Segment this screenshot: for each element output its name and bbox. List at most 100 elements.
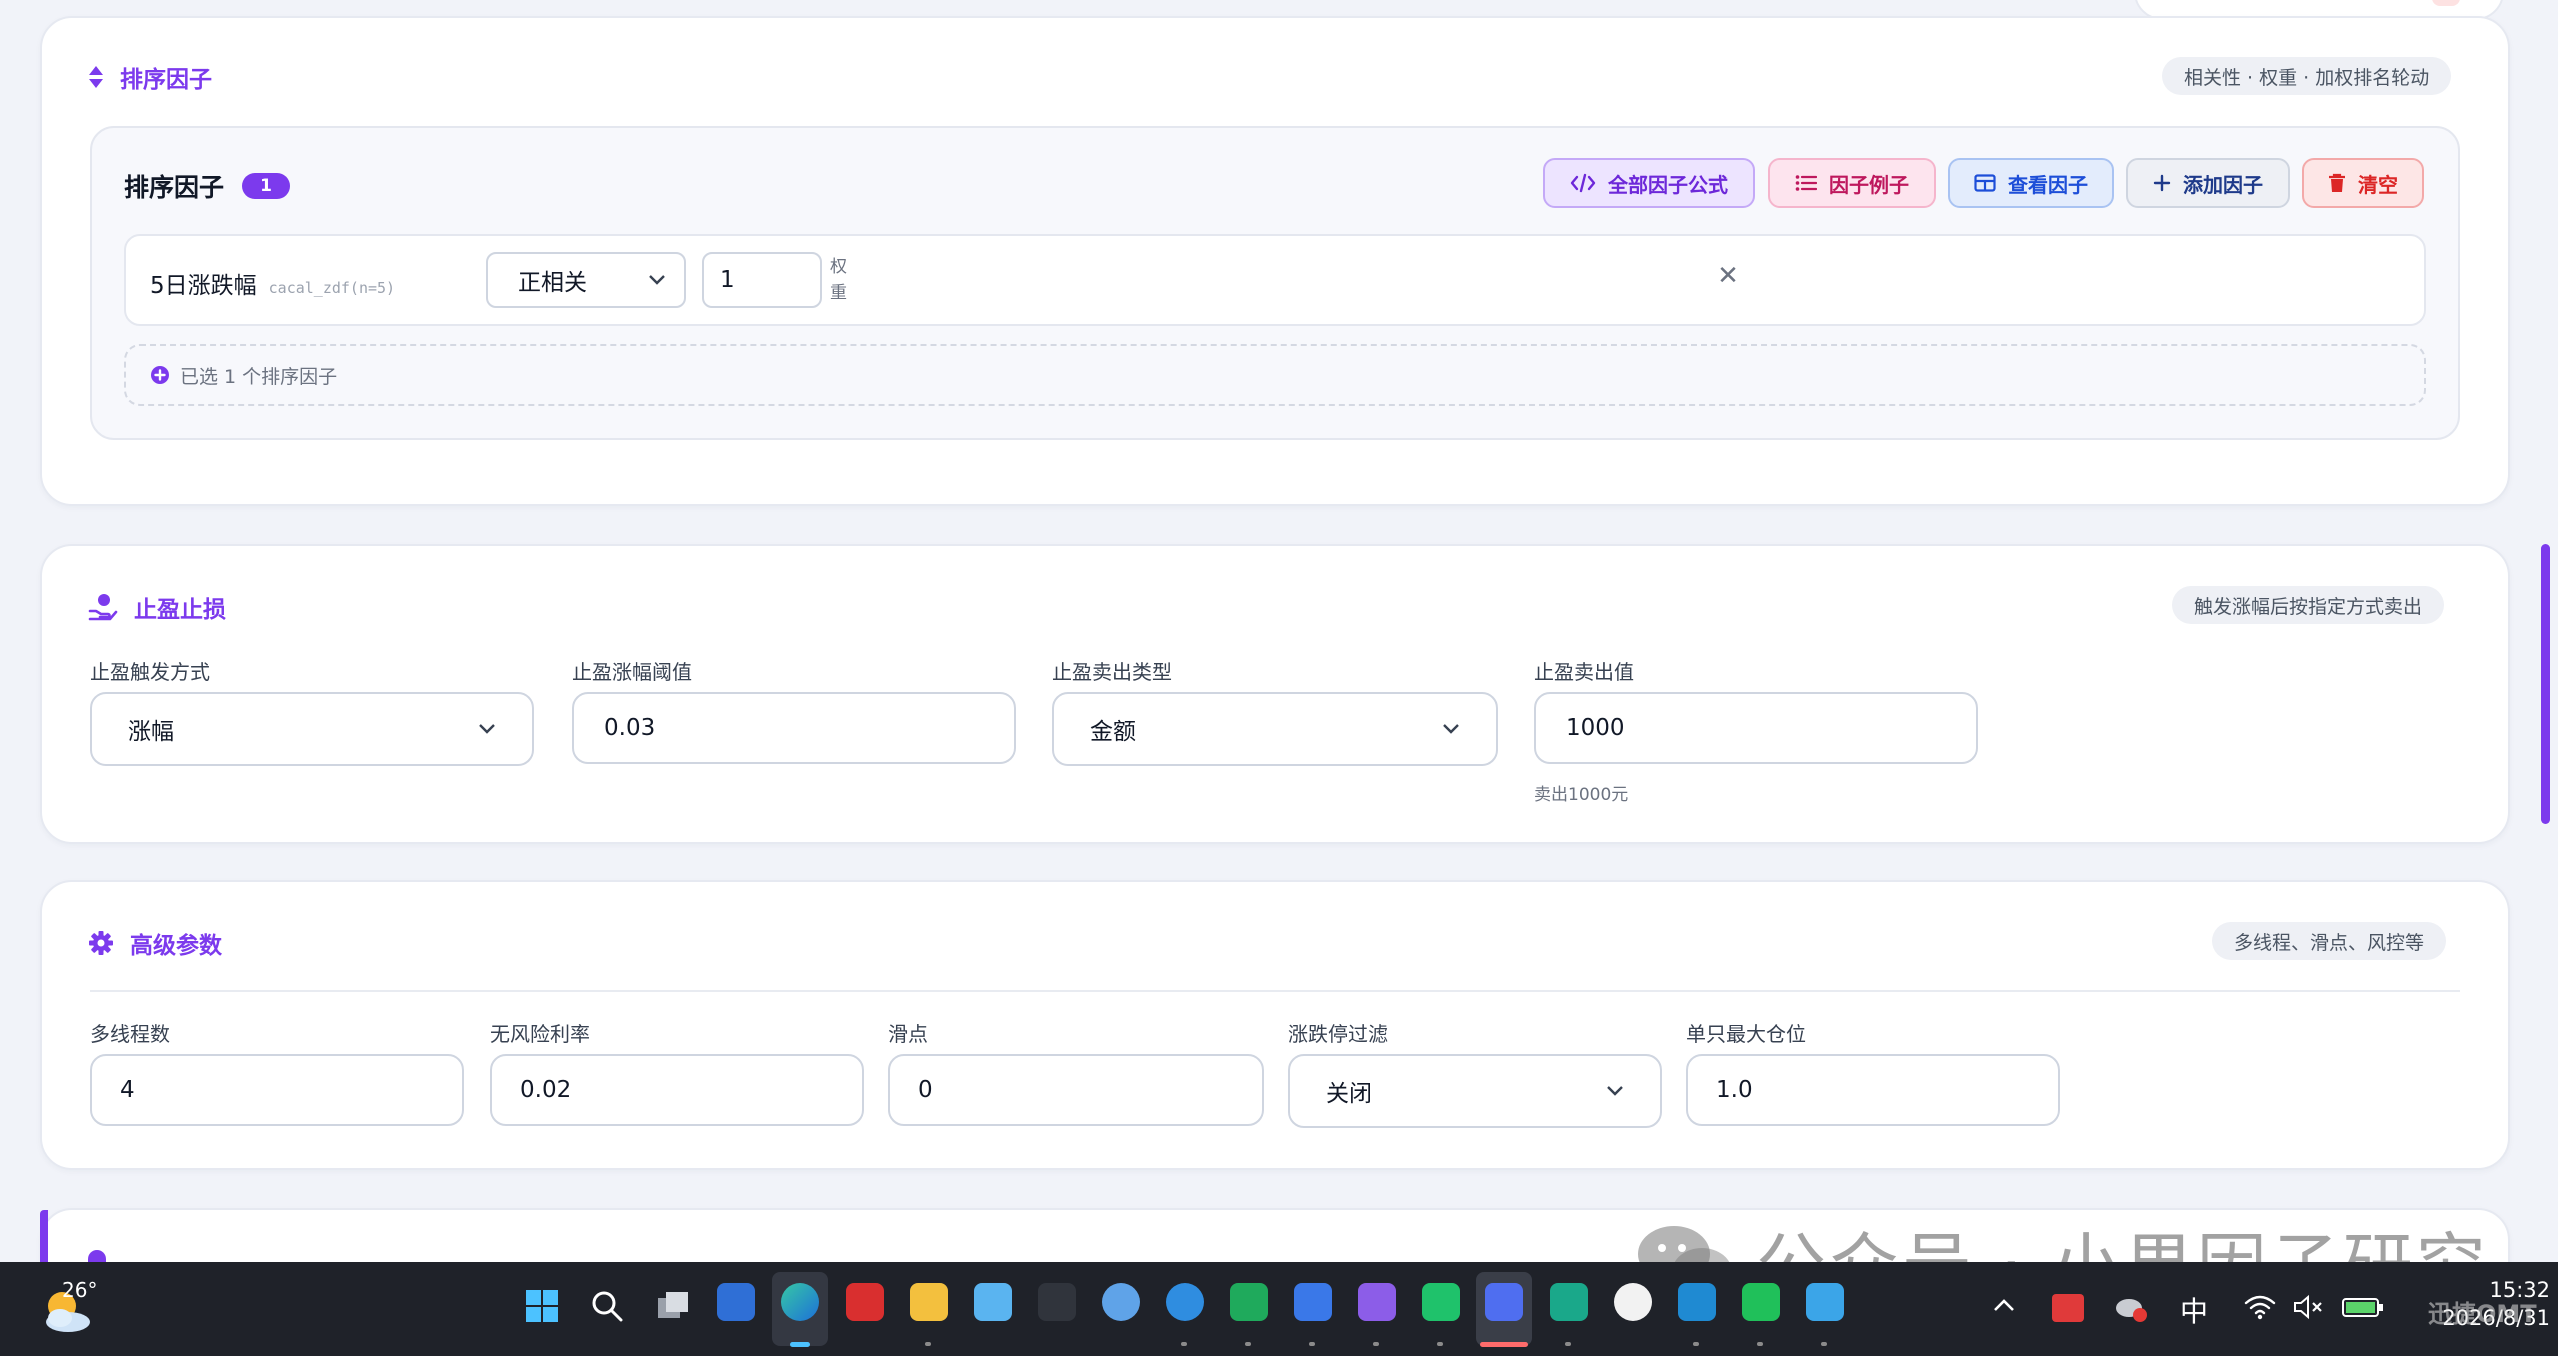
wifi-icon[interactable] (2244, 1294, 2276, 1320)
max-position-input[interactable] (1686, 1054, 2060, 1126)
all-factor-formula-button[interactable]: 全部因子公式 (1543, 158, 1755, 208)
advanced-title: 高级参数 (88, 926, 222, 960)
riskfree-input[interactable] (490, 1054, 864, 1126)
threads-input[interactable] (90, 1054, 464, 1126)
code-icon (1570, 173, 1596, 193)
chevron-down-icon (1443, 724, 1459, 734)
mail-app-icon[interactable] (717, 1283, 755, 1321)
tp-sell-value-help: 卖出1000元 (1534, 785, 1629, 805)
slippage-input[interactable] (888, 1054, 1264, 1126)
take-profit-title-text: 止盈止损 (134, 597, 226, 623)
tp-threshold-input[interactable] (572, 692, 1016, 764)
search-tool-icon (1485, 1283, 1523, 1321)
tp-sell-value-input[interactable] (1534, 692, 1978, 764)
factor-code: cacal_zdf(n=5) (268, 279, 396, 297)
factor-name: 5日涨跌幅 (150, 273, 257, 299)
slippage-label: 滑点 (888, 1022, 928, 1046)
teal-app-icon[interactable] (1550, 1283, 1588, 1321)
factor-relation-select[interactable]: 正相关 (486, 252, 686, 308)
add-factor-button[interactable]: 添加因子 (2126, 158, 2290, 208)
tp-trigger-select[interactable]: 涨幅 (90, 692, 534, 766)
ime-indicator[interactable]: 中 (2180, 1290, 2208, 1330)
max-position-label: 单只最大仓位 (1686, 1022, 1806, 1046)
close-icon: ✕ (1717, 261, 1739, 291)
panda-app-icon[interactable] (1614, 1283, 1652, 1321)
factor-relation-value: 正相关 (518, 270, 587, 296)
limit-filter-value: 关闭 (1326, 1081, 1372, 1107)
speaker-mute-glyph (2294, 1294, 2322, 1320)
factor-row-name: 5日涨跌幅 cacal_zdf(n=5) (150, 266, 395, 300)
terminal-app-icon[interactable] (1038, 1283, 1076, 1321)
rank-panel-title: 排序因子 1 (124, 168, 291, 204)
page-scrollbar-thumb[interactable] (2541, 544, 2550, 824)
view-factors-button[interactable]: 查看因子 (1948, 158, 2114, 208)
open-indicator (1693, 1342, 1699, 1346)
remove-factor-button[interactable]: ✕ (1710, 258, 1746, 294)
rank-section-hint: 相关性 · 权重 · 加权排名轮动 (2162, 57, 2452, 95)
paint-app-icon[interactable] (1102, 1283, 1140, 1321)
factor-examples-label: 因子例子 (1829, 172, 1909, 197)
tp-trigger-value: 涨幅 (128, 719, 174, 745)
wifi-glyph (2244, 1295, 2276, 1320)
open-indicator (1757, 1342, 1763, 1346)
take-profit-hint: 触发涨幅后按指定方式卖出 (2172, 586, 2445, 624)
ms-store-icon[interactable] (974, 1283, 1012, 1321)
list-icon (1795, 175, 1817, 191)
rank-section-title: 排序因子 (88, 60, 212, 94)
edge-active-indicator (790, 1342, 810, 1347)
volume-muted-icon[interactable] (2292, 1294, 2324, 1320)
purple-app-icon[interactable] (1358, 1283, 1396, 1321)
trash-icon (2329, 173, 2345, 192)
open-indicator (1373, 1342, 1379, 1346)
notepad-app-icon[interactable] (1806, 1283, 1844, 1321)
clear-factors-button[interactable]: 清空 (2302, 158, 2424, 208)
active-app-indicator (1480, 1342, 1528, 1347)
wps-app-icon[interactable] (846, 1283, 884, 1321)
file-explorer-icon[interactable] (910, 1283, 948, 1321)
edge-browser-icon (781, 1283, 819, 1321)
plus-circle-icon (151, 366, 169, 384)
onedrive-error-icon[interactable] (2114, 1294, 2148, 1322)
add-factor-label: 添加因子 (2183, 172, 2263, 197)
chevron-down-icon (649, 275, 665, 285)
factor-weight-input[interactable] (702, 252, 822, 308)
plus-icon (2153, 174, 2171, 192)
blue-app-icon[interactable] (1294, 1283, 1332, 1321)
limit-filter-select[interactable]: 关闭 (1288, 1054, 1662, 1128)
cloud-icon (2116, 1299, 2147, 1322)
open-indicator (1309, 1342, 1315, 1346)
chevron-up-icon (1994, 1299, 2014, 1311)
view-factors-label: 查看因子 (2008, 172, 2088, 197)
threads-label: 多线程数 (90, 1022, 170, 1046)
open-indicator (1181, 1342, 1187, 1346)
wechat-app-icon[interactable] (1742, 1283, 1780, 1321)
next-section-icon (88, 1250, 106, 1262)
advanced-title-text: 高级参数 (130, 933, 222, 959)
battery-icon[interactable] (2342, 1296, 2384, 1318)
tray-app-icon[interactable] (2052, 1294, 2084, 1322)
search-icon (592, 1291, 623, 1322)
tray-overflow-button[interactable] (1990, 1292, 2018, 1320)
advanced-params-card (40, 880, 2510, 1170)
weight-label-line-2: 重 (830, 283, 847, 303)
tp-sell-value-label: 止盈卖出值 (1534, 660, 1634, 684)
task-view-button[interactable] (656, 1290, 690, 1322)
factor-count-badge: 1 (242, 173, 291, 199)
open-indicator (1821, 1342, 1827, 1346)
advanced-hint: 多线程、滑点、风控等 (2212, 922, 2447, 960)
green-app-icon[interactable] (1230, 1283, 1268, 1321)
tp-sell-type-select[interactable]: 金额 (1052, 692, 1498, 766)
rank-panel-title-text: 排序因子 (124, 173, 225, 202)
chevron-down-icon (1607, 1086, 1623, 1096)
chat-app-icon[interactable] (1422, 1283, 1460, 1321)
tp-trigger-label: 止盈触发方式 (90, 660, 210, 684)
factor-examples-button[interactable]: 因子例子 (1768, 158, 1936, 208)
weather-temp: 26° (62, 1278, 98, 1302)
task-view-icon (658, 1292, 688, 1318)
tp-sell-type-label: 止盈卖出类型 (1052, 660, 1172, 684)
taskbar-search-button[interactable] (591, 1290, 623, 1322)
start-button[interactable] (526, 1290, 558, 1322)
tp-threshold-label: 止盈涨幅阈值 (572, 660, 692, 684)
vscode-icon[interactable] (1678, 1283, 1716, 1321)
edge-ai-app-icon[interactable] (1166, 1283, 1204, 1321)
